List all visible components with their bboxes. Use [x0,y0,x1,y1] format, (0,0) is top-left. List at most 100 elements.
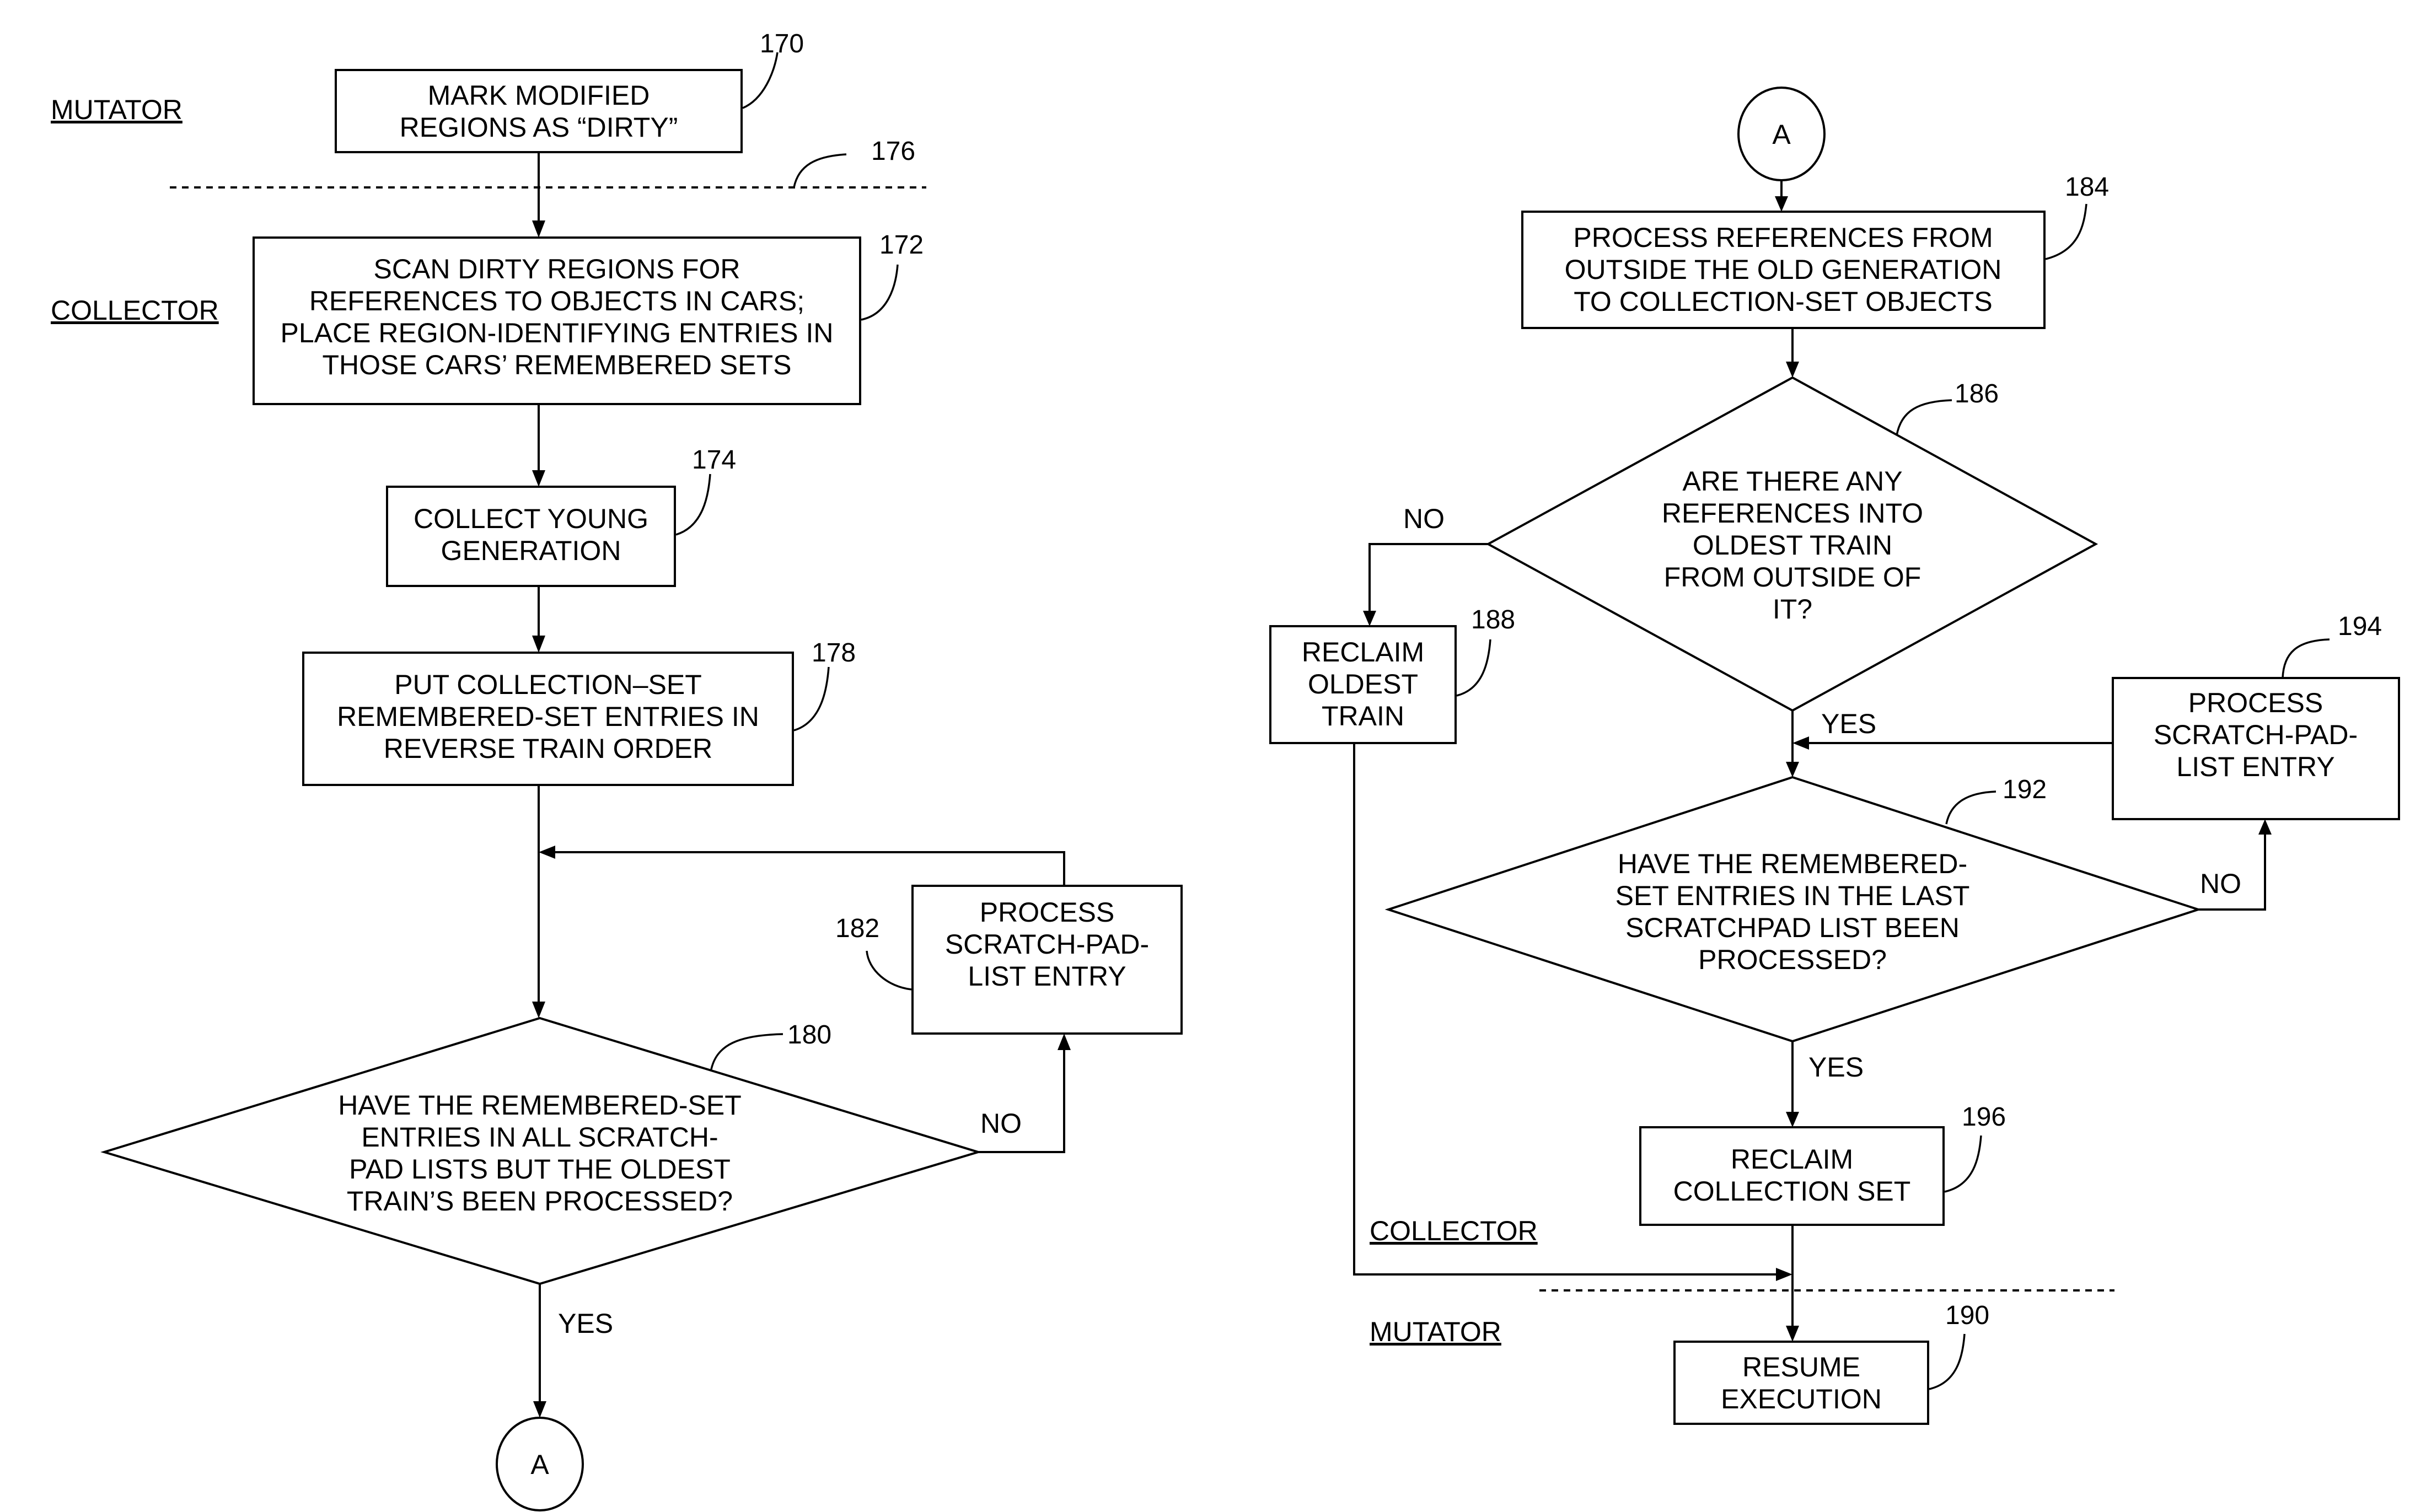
step-172-line-2: REFERENCES TO OBJECTS IN CARS; [309,286,804,316]
arrow-186-no [1368,543,1488,612]
step-188-line-1: RECLAIM [1302,637,1424,668]
arrowhead-188-end [1776,1268,1792,1281]
step-188-line-2: OLDEST [1308,669,1418,699]
decision-192-line-1: HAVE THE REMEMBERED- [1618,848,1967,879]
step-178-line-1: PUT COLLECTION–SET [394,669,702,700]
decision-192-line-4: PROCESSED? [1698,944,1887,975]
label-186-no: NO [1403,503,1445,534]
label-186-yes: YES [1821,708,1876,739]
arrowhead-170-172 [532,220,545,238]
decision-180-line-3: PAD LISTS BUT THE OLDEST [349,1154,731,1185]
step-170-line-2: REGIONS AS “DIRTY” [400,112,678,143]
step-194-line-1: PROCESS [2188,687,2323,718]
step-182-line-2: SCRATCH-PAD- [945,929,1149,960]
leader-192 [1945,790,1996,825]
leader-188 [1456,639,1491,697]
connector-a-in: A [1737,87,1826,181]
step-184-line-2: OUTSIDE THE OLD GENERATION [1565,254,2002,285]
arrowhead-192-no [2258,819,2272,835]
ref-172: 172 [879,230,924,260]
lane-label-collector-right: COLLECTOR [1370,1215,1538,1246]
arrowhead-178-180 [532,1002,545,1018]
decision-186-line-4: FROM OUTSIDE OF [1664,562,1922,593]
arrowhead-186-no [1363,611,1376,626]
ref-178: 178 [812,638,856,668]
lane-label-mutator-right: MUTATOR [1370,1316,1501,1347]
arrowhead-172-174 [532,470,545,487]
arrowhead-174-178 [532,636,545,653]
flowchart: MUTATOR COLLECTOR MARK MODIFIED REGIONS … [51,29,2400,1511]
lane-label-collector-left: COLLECTOR [51,295,219,326]
ref-192: 192 [2003,775,2047,804]
label-192-no: NO [2200,868,2241,899]
step-174-collect-young: COLLECT YOUNG GENERATION [386,486,676,587]
leader-174 [675,473,711,536]
step-172-line-4: THOSE CARS’ REMEMBERED SETS [322,349,791,380]
step-188-line-3: TRAIN [1322,701,1404,731]
leader-184 [2045,203,2087,260]
arrowhead-186-yes [1786,762,1799,777]
arrowhead-182-loop [539,846,555,859]
step-170-line-1: MARK MODIFIED [428,80,650,111]
step-178-line-2: REMEMBERED-SET ENTRIES IN [337,701,759,732]
decision-186-line-2: REFERENCES INTO [1662,498,1923,529]
leader-194 [2282,638,2330,679]
ref-188: 188 [1471,605,1515,634]
step-194-line-3: LIST ENTRY [2176,751,2334,782]
label-192-yes: YES [1808,1052,1864,1083]
leader-190 [1929,1333,1966,1390]
step-182-line-1: PROCESS [980,897,1115,928]
arrowhead-192-yes [1786,1112,1799,1127]
decision-180: HAVE THE REMEMBERED-SET ENTRIES IN ALL S… [100,1016,982,1285]
step-172-scan-dirty: SCAN DIRTY REGIONS FOR REFERENCES TO OBJ… [253,236,861,405]
step-190-line-2: EXECUTION [1721,1384,1882,1414]
ref-176: 176 [871,137,915,166]
leader-186 [1896,399,1952,436]
leader-196 [1944,1135,1982,1193]
step-188-reclaim-oldest: RECLAIM OLDEST TRAIN [1269,625,1457,744]
decision-192-line-2: SET ENTRIES IN THE LAST [1615,880,1970,911]
decision-180-line-1: HAVE THE REMEMBERED-SET [338,1090,742,1121]
step-184-process-references: PROCESS REFERENCES FROM OUTSIDE THE OLD … [1521,211,2046,329]
ref-180: 180 [787,1020,831,1050]
ref-186: 186 [1955,379,1999,408]
arrowhead-180-no [1058,1034,1071,1050]
decision-180-line-4: TRAIN’S BEEN PROCESSED? [347,1186,733,1217]
step-184-line-3: TO COLLECTION-SET OBJECTS [1574,286,1992,317]
step-172-line-3: PLACE REGION-IDENTIFYING ENTRIES IN [281,318,834,348]
step-194-line-2: SCRATCH-PAD- [2154,719,2358,750]
step-172-line-1: SCAN DIRTY REGIONS FOR [374,254,740,284]
arrowhead-180-yes [533,1401,546,1418]
step-174-line-1: COLLECT YOUNG [414,503,648,534]
ref-174: 174 [692,445,736,475]
step-194-process-scratchpad: PROCESS SCRATCH-PAD- LIST ENTRY [2112,677,2400,820]
step-196-line-2: COLLECTION SET [1673,1176,1911,1207]
arrowhead-194-loop [1792,736,1809,750]
ref-196: 196 [1962,1102,2006,1132]
connector-a-out-label: A [530,1449,549,1480]
ref-194: 194 [2338,612,2382,641]
label-180-no: NO [980,1108,1022,1139]
arrow-182-loop [554,851,1065,886]
decision-192-line-3: SCRATCHPAD LIST BEEN [1625,912,1960,943]
label-180-yes: YES [558,1308,613,1339]
connector-a-out: A [496,1417,584,1511]
arrowhead-a-184 [1775,196,1788,212]
leader-172 [861,264,899,321]
ref-170: 170 [760,29,804,58]
step-174-line-2: GENERATION [441,535,621,566]
arrowhead-196-190 [1786,1326,1799,1342]
decision-186-line-5: IT? [1773,594,1812,625]
step-182-process-scratchpad: PROCESS SCRATCH-PAD- LIST ENTRY [911,885,1183,1035]
decision-186: ARE THERE ANY REFERENCES INTO OLDEST TRA… [1485,376,2098,712]
decision-186-line-1: ARE THERE ANY [1682,466,1902,497]
decision-180-line-2: ENTRIES IN ALL SCRATCH- [361,1122,718,1153]
leader-182 [866,950,912,991]
step-184-line-1: PROCESS REFERENCES FROM [1573,222,1993,253]
arrowhead-184-186 [1786,362,1799,378]
step-196-line-1: RECLAIM [1731,1144,1853,1175]
leader-180 [710,1033,783,1070]
ref-190: 190 [1945,1301,1989,1330]
step-190-resume-execution: RESUME EXECUTION [1673,1341,1929,1425]
leader-176 [793,153,847,188]
